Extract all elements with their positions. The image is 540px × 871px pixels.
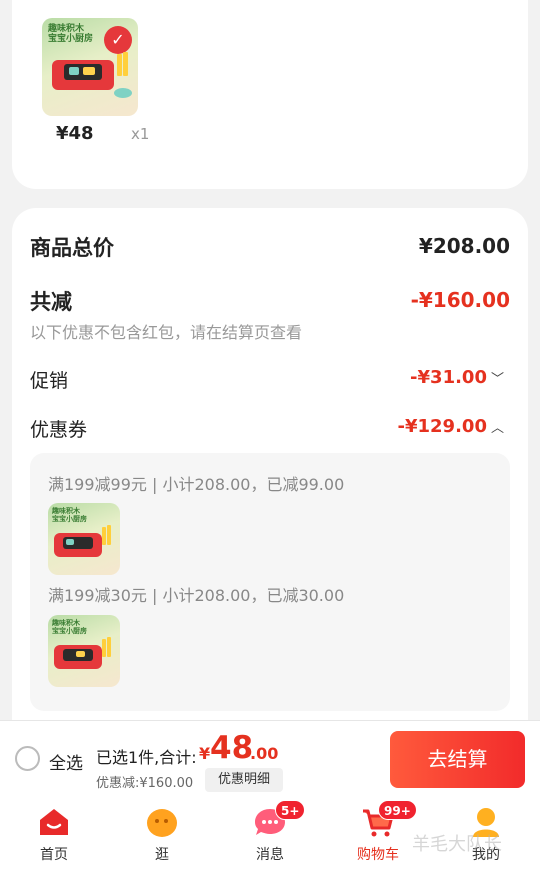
total-reduction-value: -¥160.00 bbox=[410, 288, 510, 312]
total-price-value: ¥208.00 bbox=[418, 234, 510, 258]
total-reduction-label: 共减 bbox=[30, 290, 72, 314]
coupon-detail-box: 满199减99元 | 小计208.00，已减99.00 趣味积木 宝宝小厨房 满1… bbox=[30, 453, 510, 711]
product-card: 趣味积木 宝宝小厨房 ✓ ¥48 x1 bbox=[12, 0, 528, 189]
coupon-product-thumbnail-1[interactable]: 趣味积木 宝宝小厨房 bbox=[48, 503, 120, 575]
chevron-down-icon: ﹀ bbox=[490, 372, 504, 387]
select-all-label[interactable]: 全选 bbox=[49, 749, 83, 774]
cart-badge: 99+ bbox=[378, 800, 417, 820]
promotion-value: -¥31.00 bbox=[410, 367, 487, 388]
tab-home-label: 首页 bbox=[40, 847, 68, 863]
tab-browse[interactable]: 逛 bbox=[108, 796, 216, 871]
coupon-product-thumbnail-2[interactable]: 趣味积木 宝宝小厨房 bbox=[48, 615, 120, 687]
tab-messages-label: 消息 bbox=[256, 847, 284, 863]
tab-browse-label: 逛 bbox=[155, 847, 169, 863]
watermark: 羊毛大队长 bbox=[412, 834, 502, 855]
reduction-note: 以下优惠不包含红包，请在结算页查看 bbox=[30, 323, 303, 342]
checkout-bar: 全选 已选1件,合计: ¥ 48 .00 优惠减:¥160.00 优惠明细 去结… bbox=[0, 720, 540, 796]
total-currency-symbol: ¥ bbox=[199, 744, 211, 763]
item-quantity: x1 bbox=[131, 125, 150, 143]
total-price-label: 商品总价 bbox=[30, 236, 114, 260]
discount-summary: 优惠减:¥160.00 bbox=[96, 776, 194, 791]
home-icon bbox=[40, 809, 68, 835]
total-amount-integer: 48 bbox=[210, 730, 254, 766]
tab-home[interactable]: 首页 bbox=[0, 796, 108, 871]
total-amount-decimal: .00 bbox=[250, 744, 279, 763]
discount-detail-button[interactable]: 优惠明细 bbox=[205, 768, 283, 792]
product-image-caption: 趣味积木 宝宝小厨房 bbox=[48, 24, 94, 44]
coupon-row-value[interactable]: -¥129.00 ︿ bbox=[398, 416, 504, 437]
coupon-rule-1: 满199减99元 | 小计208.00，已减99.00 bbox=[48, 475, 345, 494]
tab-messages[interactable]: 5+ 消息 bbox=[216, 796, 324, 871]
promotion-label[interactable]: 促销 bbox=[30, 366, 68, 393]
check-badge-icon: ✓ bbox=[104, 26, 132, 54]
promotion-row-value[interactable]: -¥31.00 ﹀ bbox=[410, 367, 504, 388]
item-price: ¥48 bbox=[56, 123, 94, 144]
coupon-rule-2: 满199减30元 | 小计208.00，已减30.00 bbox=[48, 586, 345, 605]
chevron-up-icon: ︿ bbox=[490, 421, 504, 436]
selected-summary-text: 已选1件,合计: bbox=[96, 748, 197, 767]
select-all-checkbox[interactable] bbox=[15, 746, 40, 771]
coupon-value: -¥129.00 bbox=[397, 416, 487, 437]
messages-badge: 5+ bbox=[275, 800, 306, 820]
coupon-label[interactable]: 优惠券 bbox=[30, 415, 87, 442]
browse-icon bbox=[147, 809, 177, 837]
product-thumbnail[interactable]: 趣味积木 宝宝小厨房 ✓ bbox=[42, 18, 138, 116]
checkout-button[interactable]: 去结算 bbox=[390, 731, 525, 788]
